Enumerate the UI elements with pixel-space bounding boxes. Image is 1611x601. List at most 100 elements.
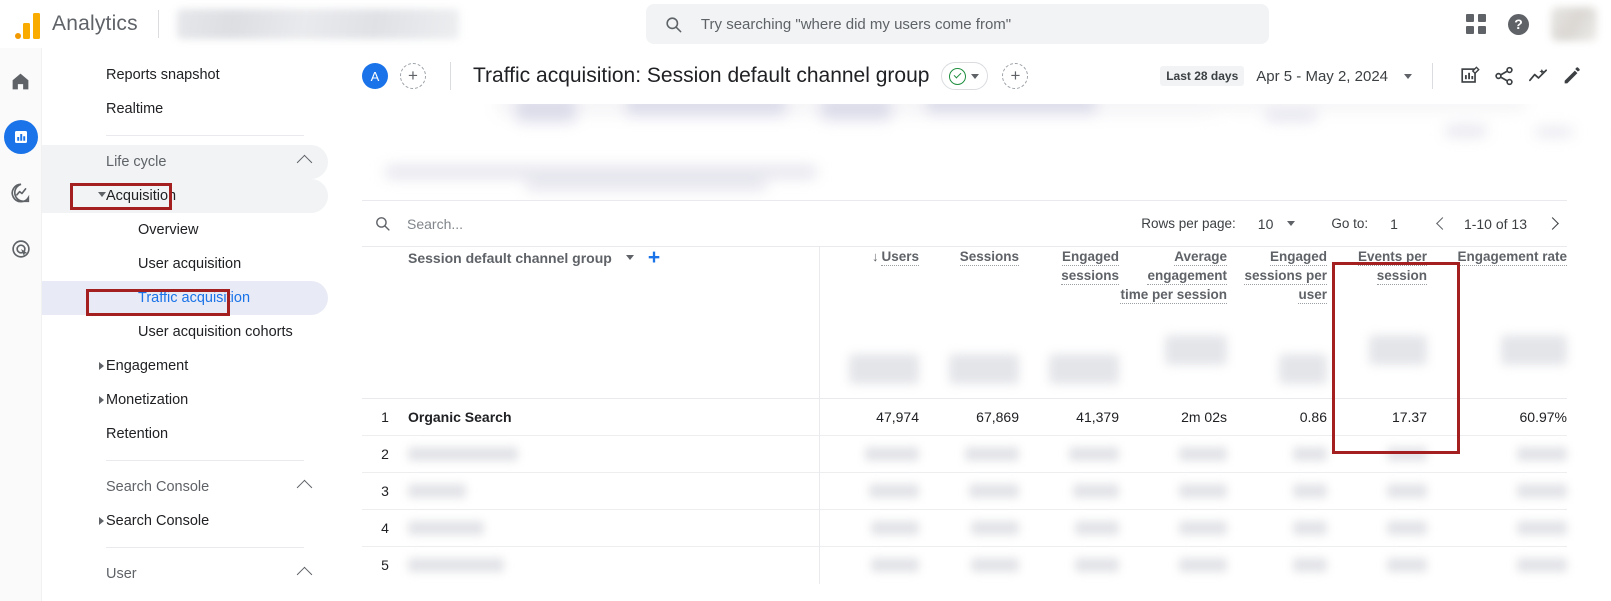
column-label: Engagement rate [1457,249,1567,266]
table-search-input[interactable]: Search... [362,215,463,232]
user-avatar[interactable] [1551,7,1597,41]
column-label: Sessions [959,249,1019,266]
table-body: 1 Organic Search 47,974 67,869 41,379 2m… [362,398,1567,584]
add-collaborator-button[interactable]: + [400,63,426,89]
cell-sessions [919,435,1019,473]
icon-rail [0,48,42,601]
rail-item-home[interactable] [4,64,38,98]
search-icon [376,217,390,231]
column-engaged-sessions[interactable]: Engaged sessions [1019,246,1119,399]
cell-engaged-sessions [1019,546,1119,584]
row-dimension[interactable]: Organic Search [408,398,820,436]
table-row[interactable]: 1 Organic Search 47,974 67,869 41,379 2m… [362,398,1567,436]
date-range-selector[interactable]: Apr 5 - May 2, 2024 [1256,68,1388,85]
goto-value[interactable]: 1 [1390,216,1398,232]
row-dimension[interactable] [408,435,820,473]
brand-divider [157,10,159,38]
add-comparison-button[interactable]: + [1002,63,1029,89]
sidebar-item-label: Traffic acquisition [138,290,251,306]
table-row[interactable]: 4 [362,509,1567,547]
account-property-selector[interactable] [176,9,459,39]
chevron-right-icon [1545,217,1559,230]
sidebar-item-overview[interactable]: Overview [42,213,328,247]
report-table: Search... Rows per page: 10 Go to: 1 1-1… [336,200,1611,601]
sidebar-item-traffic-acquisition[interactable]: Traffic acquisition [42,281,328,315]
edit-chart-icon[interactable] [1453,59,1487,93]
sidebar-section-user[interactable]: User [42,557,328,591]
chevron-down-icon[interactable] [1287,221,1296,226]
cell-average-engagement-time: 2m 02s [1119,398,1227,436]
cell-events-per-session [1327,472,1427,510]
cell-engagement-rate [1427,509,1567,547]
chevron-down-icon[interactable] [1404,73,1412,79]
row-dimension[interactable] [408,546,820,584]
cell-users [819,546,919,584]
sidebar-item-monetization[interactable]: Monetization [42,383,328,417]
cell-users: 47,974 [819,398,919,436]
column-label: Engaged sessions per user [1244,249,1327,304]
data-table: Session default channel group + ↓Users [362,246,1567,584]
sidebar-item-search-console[interactable]: Search Console [42,504,328,538]
sidebar-item-label: Search Console [106,513,210,529]
avatar[interactable]: A [362,63,388,89]
cell-sessions: 67,869 [919,398,1019,436]
explore-icon [10,183,29,203]
sidebar-item-user-acquisition[interactable]: User acquisition [42,247,328,281]
cell-engaged-sessions: 41,379 [1019,398,1119,436]
blurred-chart-content [336,104,1611,200]
table-row[interactable]: 2 [362,435,1567,473]
sidebar-item-acquisition[interactable]: Acquisition [42,179,328,213]
sidebar-item-retention[interactable]: Retention [42,417,328,451]
cell-events-per-session [1327,546,1427,584]
row-dimension[interactable] [408,472,820,510]
cell-engagement-rate [1427,435,1567,473]
row-dimension[interactable] [408,509,820,547]
sidebar-item-label: Retention [106,426,169,442]
cell-engaged-sessions [1019,435,1119,473]
next-page-button[interactable] [1537,209,1567,239]
column-users[interactable]: ↓ Users [819,246,919,399]
sidebar-item-label: Reports snapshot [106,67,220,83]
cell-average-engagement-time [1119,435,1227,473]
search-placeholder: Try searching "where did my users come f… [700,15,1012,33]
sidebar-item-user-acquisition-cohorts[interactable]: User acquisition cohorts [42,315,328,349]
column-engaged-sessions-per-user[interactable]: Engaged sessions per user [1227,246,1327,399]
prev-page-button[interactable] [1428,209,1458,239]
pencil-icon[interactable] [1555,59,1589,93]
sidebar-item-realtime[interactable]: Realtime [42,92,328,126]
data-validity-chip[interactable] [941,62,989,90]
table-row[interactable]: 5 [362,546,1567,584]
share-icon[interactable] [1487,59,1521,93]
sidebar-item-label: User acquisition cohorts [138,324,293,340]
advertising-target-icon [11,240,30,258]
caret-right-icon [99,362,104,370]
column-events-per-session[interactable]: Events per session [1327,246,1427,399]
sidebar-section-life-cycle[interactable]: Life cycle [42,145,328,179]
help-circle-icon[interactable]: ? [1508,13,1529,35]
rail-item-reports[interactable] [3,120,38,154]
rows-per-page-value[interactable]: 10 [1258,216,1274,232]
report-header: A + Traffic acquisition: Session default… [336,48,1611,104]
insights-icon[interactable] [1521,59,1555,93]
table-row[interactable]: 3 [362,472,1567,510]
header-divider [450,62,451,90]
dimension-header: Session default channel group + [408,246,820,399]
dimension-selector[interactable]: Session default channel group [408,250,612,266]
search-input[interactable]: Try searching "where did my users come f… [645,4,1269,44]
row-index-header [362,246,408,399]
sidebar-item-engagement[interactable]: Engagement [42,349,328,383]
page-title: Traffic acquisition: Session default cha… [473,64,930,87]
rail-item-advertising[interactable] [4,232,38,266]
column-engagement-rate[interactable]: Engagement rate [1427,246,1567,399]
sidebar-section-search-console[interactable]: Search Console [42,470,328,504]
sidebar-item-reports-snapshot[interactable]: Reports snapshot [42,58,328,92]
add-dimension-button[interactable]: + [648,247,660,268]
column-sessions[interactable]: Sessions [919,246,1019,399]
cell-users [819,509,919,547]
rail-item-explore[interactable] [4,176,38,210]
cell-average-engagement-time [1119,546,1227,584]
column-average-engagement-time-per-session[interactable]: Average engagement time per session [1119,246,1227,399]
chevron-down-icon [971,73,980,79]
chevron-down-icon[interactable] [625,255,634,260]
apps-grid-icon[interactable] [1466,14,1486,34]
